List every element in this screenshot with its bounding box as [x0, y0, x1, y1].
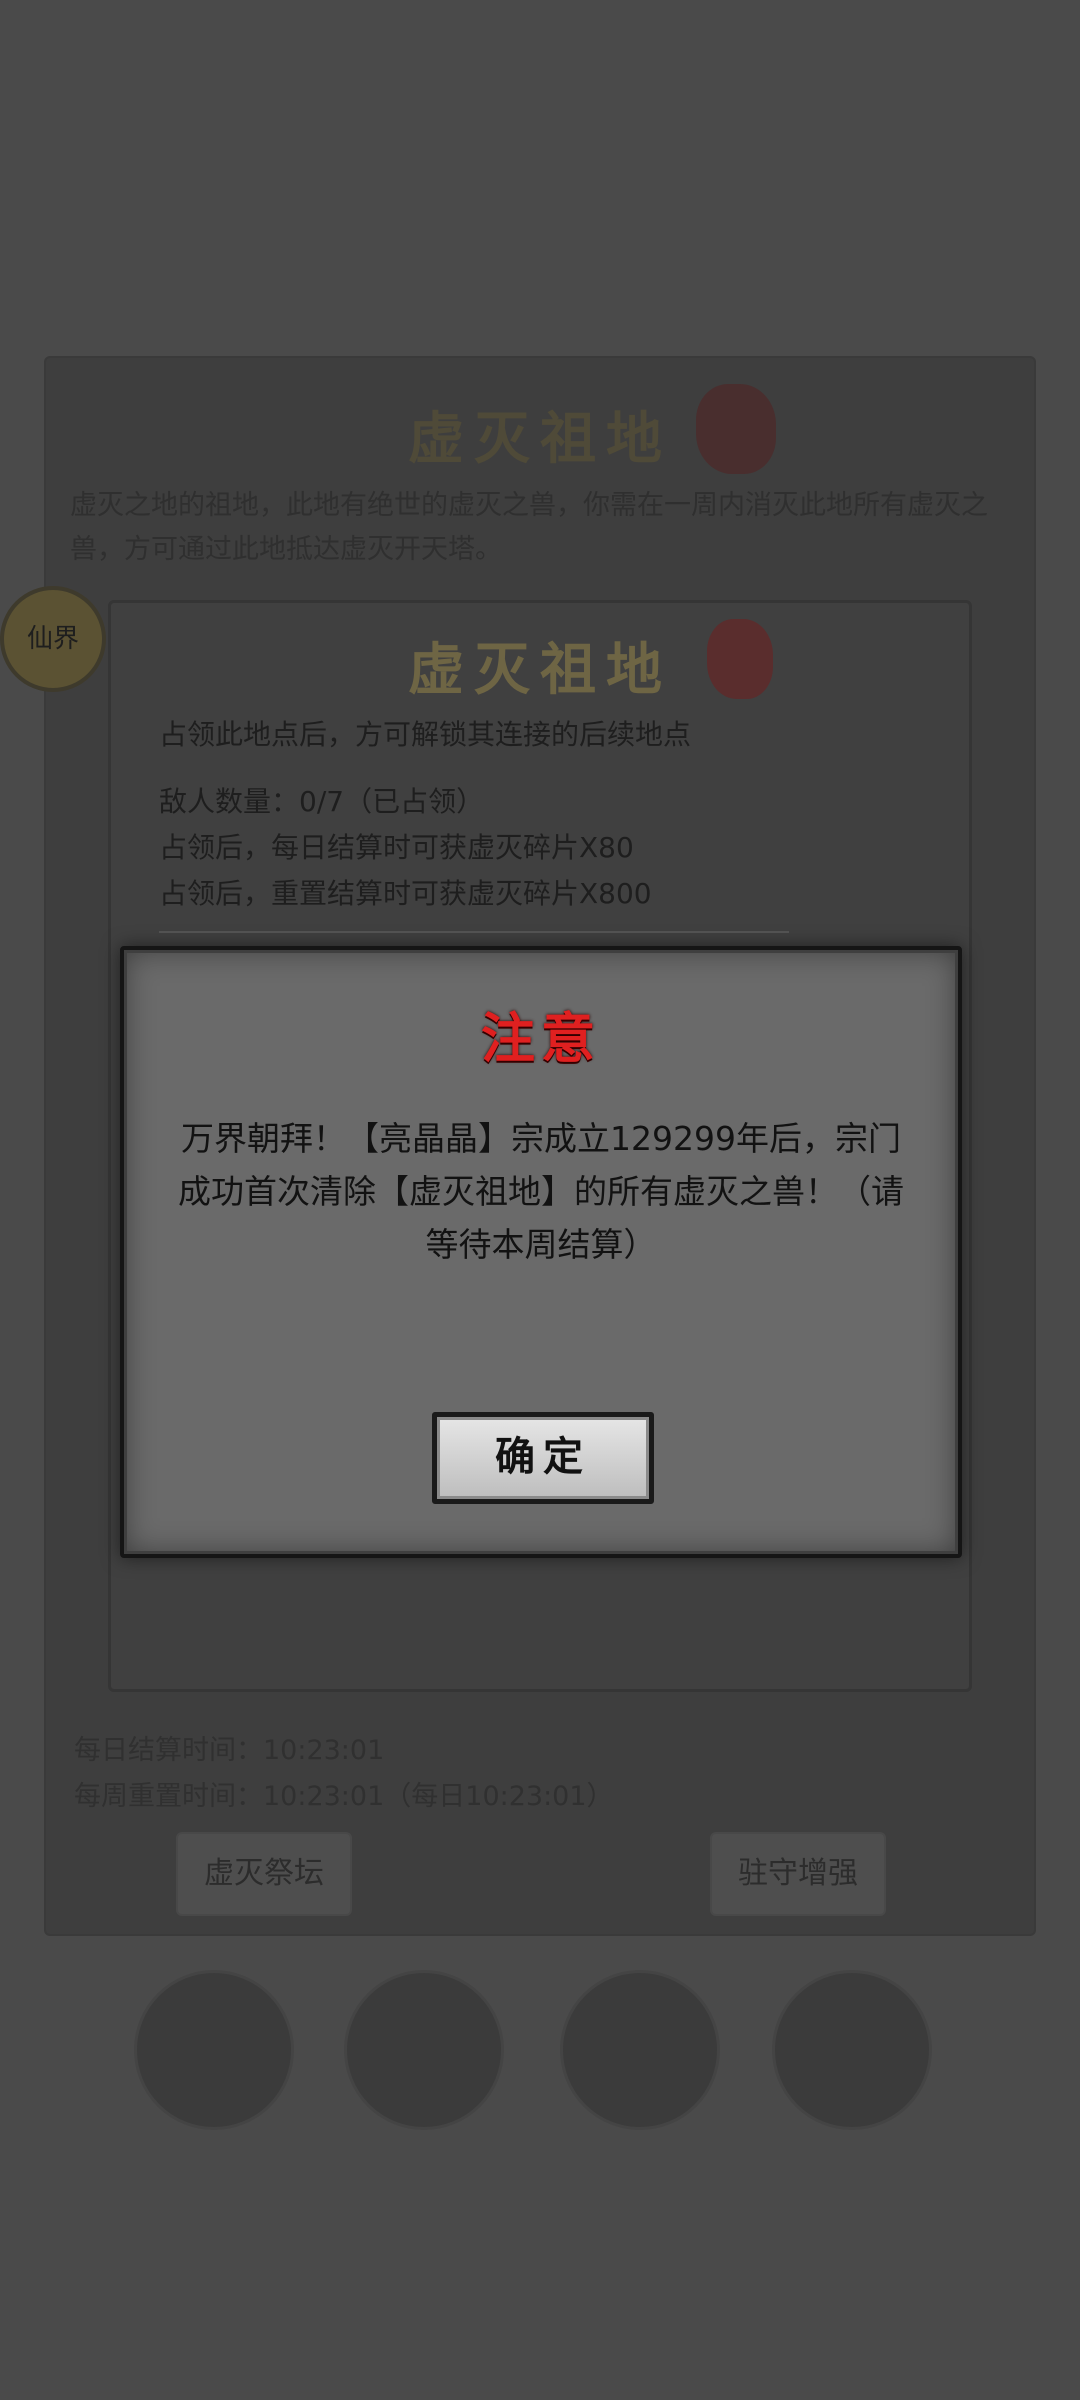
- settle-times: 每日结算时间：10:23:01 每周重置时间：10:23:01（每日10:23:…: [74, 1728, 614, 1820]
- divider: [159, 931, 789, 933]
- notice-dialog: 注意 万界朝拜！【亮晶晶】宗成立129299年后，宗门成功首次清除【虚灭祖地】的…: [120, 946, 962, 1558]
- enemy-count: 敌人数量：0/7（已占领）: [159, 785, 485, 818]
- guard-boost-button[interactable]: 驻守增强: [710, 1832, 886, 1916]
- altar-button[interactable]: 虚灭祭坛: [176, 1832, 352, 1916]
- daily-settle-time: 每日结算时间：10:23:01: [74, 1735, 385, 1766]
- round-action-button-4[interactable]: [772, 1970, 932, 2130]
- background-panel-description: 虚灭之地的祖地，此地有绝世的虚灭之兽，你需在一周内消灭此地所有虚灭之兽，方可通过…: [70, 490, 988, 565]
- location-stats: 敌人数量：0/7（已占领） 占领后，每日结算时可获虚灭碎片X80 占领后，重置结…: [159, 779, 652, 917]
- confirm-button[interactable]: 确定: [432, 1412, 654, 1504]
- location-subtitle: 占领此地点后，方可解锁其连接的后续地点: [159, 718, 692, 751]
- weekly-reset-time: 每周重置时间：10:23:01（每日10:23:01）: [74, 1781, 614, 1812]
- round-action-button-3[interactable]: [560, 1970, 720, 2130]
- daily-reward: 占领后，每日结算时可获虚灭碎片X80: [159, 831, 634, 864]
- sect-emblem-icon[interactable]: 仙界: [0, 586, 106, 692]
- background-panel-title: 虚灭祖地: [408, 406, 672, 472]
- round-action-button-2[interactable]: [344, 1970, 504, 2130]
- location-title: 虚灭祖地: [408, 637, 672, 703]
- dialog-title: 注意: [481, 1006, 601, 1070]
- seal-stamp-icon: [707, 619, 773, 699]
- round-action-button-1[interactable]: [134, 1970, 294, 2130]
- reset-reward: 占领后，重置结算时可获虚灭碎片X800: [159, 877, 652, 910]
- seal-stamp-icon: [696, 384, 776, 474]
- dialog-message: 万界朝拜！【亮晶晶】宗成立129299年后，宗门成功首次清除【虚灭祖地】的所有虚…: [178, 1119, 904, 1264]
